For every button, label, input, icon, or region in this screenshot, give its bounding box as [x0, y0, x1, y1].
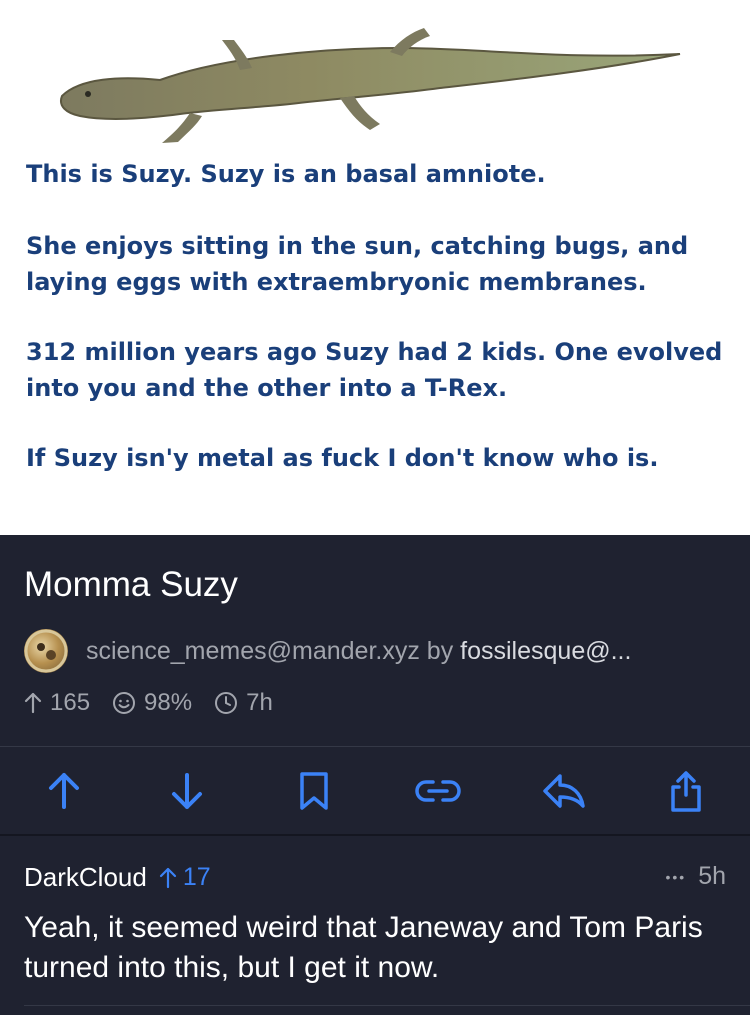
- copy-link-button[interactable]: [414, 767, 462, 815]
- share-button[interactable]: [662, 767, 710, 815]
- comment: DarkCloud 17 ••• 5h Yeah, it seemed weir…: [0, 836, 750, 1006]
- community-link[interactable]: science_memes@mander.xyz: [86, 637, 420, 665]
- ratio-stat: 98%: [112, 689, 192, 717]
- save-button[interactable]: [290, 767, 338, 815]
- score-stat: 165: [24, 689, 90, 717]
- downvote-button[interactable]: [163, 767, 211, 815]
- score-value: 165: [50, 689, 91, 716]
- comment-header: DarkCloud 17: [24, 862, 211, 893]
- share-icon: [671, 771, 701, 812]
- comment-author[interactable]: DarkCloud: [24, 862, 147, 893]
- post-stats: 165 98% 7h: [24, 689, 295, 717]
- meme-line-4: If Suzy isn'y metal as fuck I don't know…: [26, 444, 659, 472]
- smiley-icon: [113, 692, 136, 714]
- post-title[interactable]: Momma Suzy: [24, 565, 238, 605]
- comment-body: Yeah, it seemed weird that Janeway and T…: [24, 911, 703, 984]
- age-value: 7h: [246, 689, 273, 716]
- comment-score: 17: [159, 863, 211, 892]
- more-options-icon[interactable]: •••: [665, 869, 686, 885]
- post-meta: science_memes@mander.xyz by fossilesque@…: [24, 629, 631, 673]
- comment-age: 5h: [698, 862, 726, 890]
- arrow-up-icon: [159, 867, 176, 888]
- comment-score-value: 17: [182, 863, 211, 891]
- reply-icon: [543, 774, 585, 808]
- comment-meta: ••• 5h: [665, 862, 726, 891]
- link-icon: [415, 780, 461, 802]
- meme-line-3: 312 million years ago Suzy had 2 kids. O…: [26, 338, 723, 402]
- reply-button[interactable]: [540, 767, 588, 815]
- meme-line-1: This is Suzy. Suzy is an basal amniote.: [26, 160, 546, 188]
- ratio-value: 98%: [144, 689, 193, 716]
- divider: [24, 1005, 750, 1006]
- downvote-arrow-icon: [172, 773, 202, 809]
- post-image[interactable]: This is Suzy. Suzy is an basal amniote. …: [0, 0, 750, 535]
- lizard-illustration: [60, 28, 681, 143]
- clock-icon: [215, 692, 238, 714]
- upvote-arrow-icon: [49, 773, 79, 809]
- bookmark-icon: [300, 772, 328, 810]
- author-link[interactable]: fossilesque@...: [460, 637, 631, 665]
- age-stat: 7h: [214, 689, 273, 717]
- by-label: by: [426, 636, 454, 665]
- community-avatar[interactable]: [24, 629, 68, 673]
- meme-line-2: She enjoys sitting in the sun, catching …: [26, 232, 689, 296]
- upvote-button[interactable]: [40, 767, 88, 815]
- post-card: Momma Suzy science_memes@mander.xyz by f…: [0, 535, 750, 1015]
- action-bar: [0, 747, 750, 834]
- arrow-up-icon: [24, 692, 42, 714]
